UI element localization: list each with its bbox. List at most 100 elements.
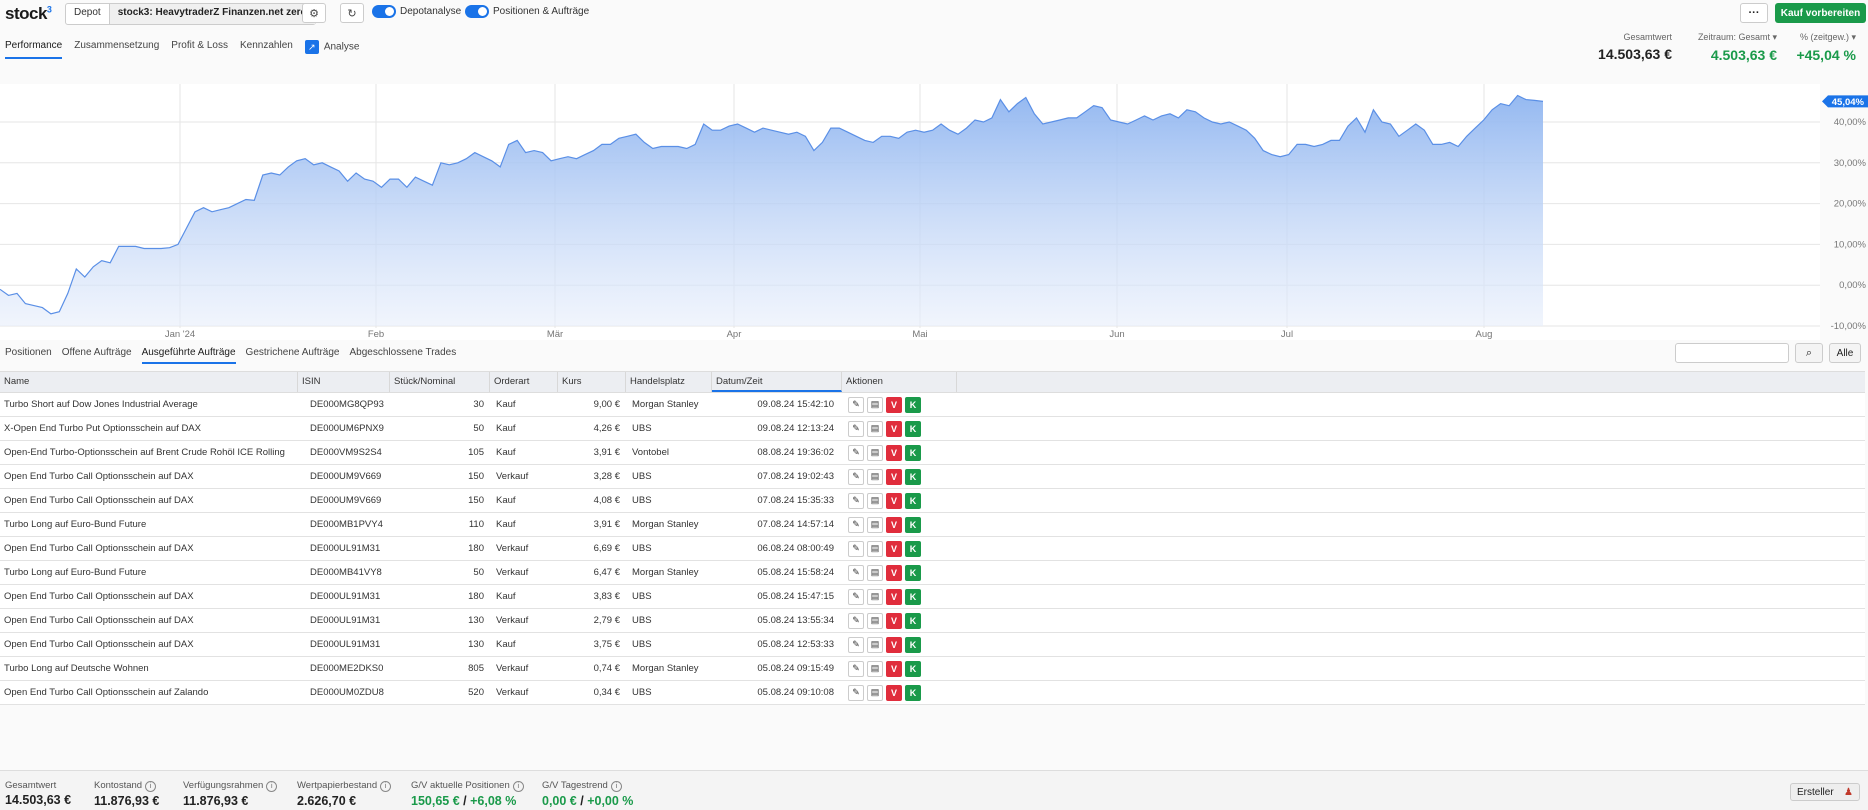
edit-icon[interactable]: ✎ xyxy=(848,396,864,413)
edit-icon[interactable]: ✎ xyxy=(848,612,864,629)
document-icon[interactable]: ▤ xyxy=(867,420,883,437)
col-datum[interactable]: Datum/Zeit xyxy=(712,372,842,392)
summary-label[interactable]: % (zeitgew.) ▾ xyxy=(1790,32,1856,43)
verkaufen-button[interactable]: V xyxy=(886,492,902,509)
verkaufen-button[interactable]: V xyxy=(886,660,902,677)
tab-kennzahlen[interactable]: Kennzahlen xyxy=(240,40,293,59)
alle-button[interactable]: Alle xyxy=(1829,343,1861,363)
switch-icon[interactable] xyxy=(465,5,489,18)
table-row[interactable]: Turbo Short auf Dow Jones Industrial Ave… xyxy=(0,393,1865,417)
toggle-depotanalyse[interactable]: Depotanalyse xyxy=(372,5,461,18)
document-icon[interactable]: ▤ xyxy=(867,396,883,413)
edit-icon[interactable]: ✎ xyxy=(848,444,864,461)
edit-icon[interactable]: ✎ xyxy=(848,660,864,677)
kaufen-button[interactable]: K xyxy=(905,660,921,677)
edit-icon[interactable]: ✎ xyxy=(848,684,864,701)
more-button[interactable]: ··· xyxy=(1740,3,1768,23)
verkaufen-button[interactable]: V xyxy=(886,612,902,629)
verkaufen-button[interactable]: V xyxy=(886,636,902,653)
document-icon[interactable]: ▤ xyxy=(867,588,883,605)
table-row[interactable]: X-Open End Turbo Put Optionsschein auf D… xyxy=(0,417,1865,441)
edit-icon[interactable]: ✎ xyxy=(848,420,864,437)
subtab-offene-auftraege[interactable]: Offene Aufträge xyxy=(62,347,132,364)
verkaufen-button[interactable]: V xyxy=(886,468,902,485)
col-orderart[interactable]: Orderart xyxy=(490,372,558,392)
performance-chart[interactable]: 40,00% 30,00% 20,00% 10,00% 0,00% -10,00% Jan … xyxy=(0,84,1868,340)
settings-icon[interactable]: ⚙ xyxy=(302,3,326,23)
document-icon[interactable]: ▤ xyxy=(867,516,883,533)
summary-label[interactable]: Zeitraum: Gesamt ▾ xyxy=(1685,32,1777,43)
table-row[interactable]: Open End Turbo Call Optionsschein auf DA… xyxy=(0,537,1865,561)
kaufen-button[interactable]: K xyxy=(905,588,921,605)
subtab-positionen[interactable]: Positionen xyxy=(5,347,52,364)
toggle-positionen[interactable]: Positionen & Aufträge xyxy=(465,5,589,18)
col-isin[interactable]: ISIN xyxy=(298,372,390,392)
kaufen-button[interactable]: K xyxy=(905,612,921,629)
kauf-vorbereiten-button[interactable]: Kauf vorbereiten xyxy=(1775,3,1866,23)
edit-icon[interactable]: ✎ xyxy=(848,540,864,557)
depot-selector[interactable]: Depot stock3: HeavytraderZ Finanzen.net … xyxy=(65,3,316,25)
info-icon[interactable]: i xyxy=(145,781,157,792)
kaufen-button[interactable]: K xyxy=(905,444,921,461)
table-row[interactable]: Open End Turbo Call Optionsschein auf DA… xyxy=(0,489,1865,513)
brand-logo[interactable]: stock3 xyxy=(5,4,52,24)
kaufen-button[interactable]: K xyxy=(905,468,921,485)
edit-icon[interactable]: ✎ xyxy=(848,636,864,653)
verkaufen-button[interactable]: V xyxy=(886,420,902,437)
kaufen-button[interactable]: K xyxy=(905,420,921,437)
verkaufen-button[interactable]: V xyxy=(886,684,902,701)
document-icon[interactable]: ▤ xyxy=(867,540,883,557)
table-row[interactable]: Open End Turbo Call Optionsschein auf Za… xyxy=(0,681,1865,705)
kaufen-button[interactable]: K xyxy=(905,564,921,581)
tab-zusammensetzung[interactable]: Zusammensetzung xyxy=(74,40,159,59)
table-row[interactable]: Open End Turbo Call Optionsschein auf DA… xyxy=(0,609,1865,633)
summary-zeitraum[interactable]: Zeitraum: Gesamt ▾ 4.503,63 € xyxy=(1685,32,1777,63)
document-icon[interactable]: ▤ xyxy=(867,684,883,701)
switch-icon[interactable] xyxy=(372,5,396,18)
search-input[interactable] xyxy=(1675,343,1789,363)
edit-icon[interactable]: ✎ xyxy=(848,516,864,533)
table-row[interactable]: Turbo Long auf Deutsche Wohnen DE000ME2DK… xyxy=(0,657,1865,681)
table-row[interactable]: Turbo Long auf Euro-Bund Future DE000MB41… xyxy=(0,561,1865,585)
document-icon[interactable]: ▤ xyxy=(867,444,883,461)
info-icon[interactable]: i xyxy=(266,781,278,792)
document-icon[interactable]: ▤ xyxy=(867,636,883,653)
tab-performance[interactable]: Performance xyxy=(5,40,63,59)
verkaufen-button[interactable]: V xyxy=(886,564,902,581)
verkaufen-button[interactable]: V xyxy=(886,396,902,413)
tab-profit-loss[interactable]: Profit & Loss xyxy=(171,40,228,59)
col-name[interactable]: Name xyxy=(0,372,298,392)
edit-icon[interactable]: ✎ xyxy=(848,564,864,581)
kaufen-button[interactable]: K xyxy=(905,636,921,653)
verkaufen-button[interactable]: V xyxy=(886,540,902,557)
kaufen-button[interactable]: K xyxy=(905,396,921,413)
table-row[interactable]: Open End Turbo Call Optionsschein auf DA… xyxy=(0,465,1865,489)
summary-pct[interactable]: % (zeitgew.) ▾ +45,04 % xyxy=(1790,32,1856,63)
document-icon[interactable]: ▤ xyxy=(867,612,883,629)
table-row[interactable]: Turbo Long auf Euro-Bund Future DE000MB1P… xyxy=(0,513,1865,537)
depot-value[interactable]: stock3: HeavytraderZ Finanzen.net zero xyxy=(109,4,315,24)
kaufen-button[interactable]: K xyxy=(905,540,921,557)
table-row[interactable]: Open End Turbo Call Optionsschein auf DA… xyxy=(0,633,1865,657)
search-icon[interactable]: ⌕ xyxy=(1795,343,1823,363)
subtab-abgeschlossene-trades[interactable]: Abgeschlossene Trades xyxy=(350,347,457,364)
info-icon[interactable]: i xyxy=(610,781,622,792)
document-icon[interactable]: ▤ xyxy=(867,468,883,485)
document-icon[interactable]: ▤ xyxy=(867,660,883,677)
table-row[interactable]: Open End Turbo Call Optionsschein auf DA… xyxy=(0,585,1865,609)
edit-icon[interactable]: ✎ xyxy=(848,468,864,485)
edit-icon[interactable]: ✎ xyxy=(848,588,864,605)
kaufen-button[interactable]: K xyxy=(905,684,921,701)
subtab-ausgefuehrte-auftraege[interactable]: Ausgeführte Aufträge xyxy=(141,347,236,364)
kaufen-button[interactable]: K xyxy=(905,492,921,509)
verkaufen-button[interactable]: V xyxy=(886,444,902,461)
document-icon[interactable]: ▤ xyxy=(867,564,883,581)
document-icon[interactable]: ▤ xyxy=(867,492,883,509)
info-icon[interactable]: i xyxy=(380,781,392,792)
info-icon[interactable]: i xyxy=(512,781,524,792)
tab-analyse[interactable]: ↗ Analyse xyxy=(304,40,359,59)
ersteller-button[interactable]: Ersteller ♟ xyxy=(1790,783,1860,801)
edit-icon[interactable]: ✎ xyxy=(848,492,864,509)
verkaufen-button[interactable]: V xyxy=(886,516,902,533)
kaufen-button[interactable]: K xyxy=(905,516,921,533)
